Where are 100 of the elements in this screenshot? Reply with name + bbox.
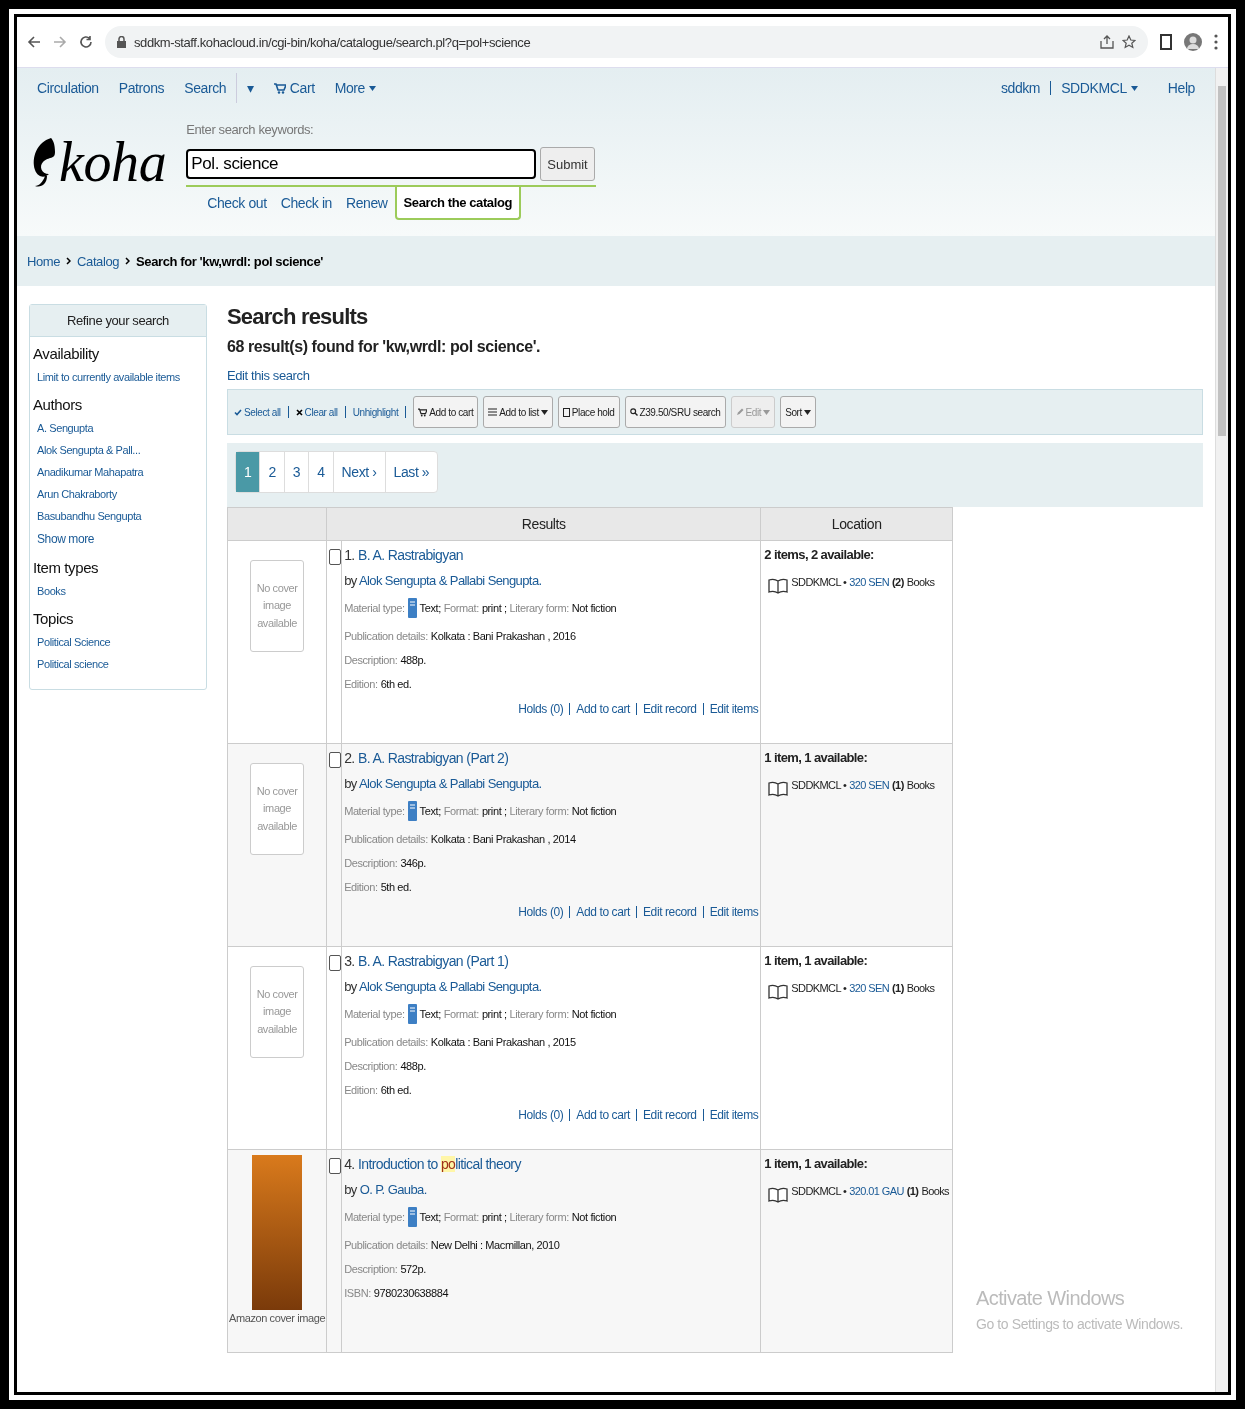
star-icon[interactable] xyxy=(1122,35,1136,49)
facet-heading: Authors xyxy=(33,396,83,413)
close-icon xyxy=(295,408,303,416)
record-action-link[interactable]: Add to cart xyxy=(576,1108,630,1122)
detail-value: Not fiction xyxy=(571,602,617,614)
caret-icon xyxy=(803,409,811,415)
toolbar-button[interactable]: Place hold xyxy=(557,396,620,428)
page-link[interactable]: Last » xyxy=(385,452,438,492)
nav-link[interactable]: Search xyxy=(174,80,237,96)
record-action-link[interactable]: Holds (0) xyxy=(518,1108,564,1122)
header-tab[interactable]: Search the catalog xyxy=(394,187,521,220)
detail-value: Text; xyxy=(419,602,441,614)
side-panel-icon[interactable] xyxy=(1160,34,1172,50)
item-count: (1) xyxy=(892,982,904,996)
toolbar-link[interactable]: Clear all xyxy=(295,406,338,418)
page-link[interactable]: Next › xyxy=(333,452,386,492)
page-link[interactable]: 2 xyxy=(260,452,285,492)
record-action-link[interactable]: Add to cart xyxy=(576,905,630,919)
column-header: Location xyxy=(760,507,953,541)
facet-link[interactable]: Political science xyxy=(30,653,206,675)
address-bar[interactable]: sddkm-staff.kohacloud.in/cgi-bin/koha/catalogue/search.pl?q=pol+science xyxy=(105,26,1148,58)
search-field[interactable]: Pol. science xyxy=(186,149,537,179)
result-title[interactable]: 1. B. A. Rastrabigyan xyxy=(344,547,759,563)
no-cover-notice: No cover image available xyxy=(250,560,305,652)
page-link[interactable]: 4 xyxy=(309,452,334,492)
facet-link[interactable]: Political Science xyxy=(30,631,206,653)
page-title: Search results xyxy=(227,304,369,330)
breadcrumb-link[interactable]: Home xyxy=(27,253,61,269)
author-line: by Alok Sengupta & Pallabi Sengupta. xyxy=(344,573,543,588)
call-number-link[interactable]: 320 SEN xyxy=(849,576,890,594)
toolbar-button[interactable]: Add to cart xyxy=(413,396,479,428)
record-action-link[interactable]: Holds (0) xyxy=(518,905,564,919)
result-checkbox[interactable] xyxy=(329,752,342,768)
menu-icon[interactable] xyxy=(1214,34,1218,50)
facet-link[interactable]: Alok Sengupta & Pall... xyxy=(30,439,206,461)
show-more-link[interactable]: Show more xyxy=(30,527,206,551)
detail-label: Literary form: xyxy=(509,1008,569,1020)
toolbar-button[interactable]: Sort xyxy=(780,396,816,428)
header-tab[interactable]: Check out xyxy=(200,187,274,220)
detail-value: 346p. xyxy=(400,857,426,869)
toolbar-link[interactable]: Unhighlight xyxy=(352,406,399,418)
detail-value: Text; xyxy=(419,805,441,817)
nav-link[interactable]: Help xyxy=(1157,80,1205,96)
page-link[interactable]: 3 xyxy=(284,452,310,492)
result-checkbox[interactable] xyxy=(329,1158,342,1174)
call-number-link[interactable]: 320 SEN xyxy=(849,982,890,1000)
detail-label: Publication details: xyxy=(344,1239,428,1251)
detail-label: Material type: xyxy=(344,805,405,817)
result-title[interactable]: 3. B. A. Rastrabigyan (Part 1) xyxy=(344,953,759,969)
toolbar-button[interactable]: Add to list xyxy=(483,396,553,428)
koha-logo[interactable]: koha xyxy=(31,116,167,192)
share-icon[interactable] xyxy=(1100,35,1114,49)
dropdown-toggle[interactable]: ▾ xyxy=(237,80,264,96)
cart-link[interactable]: Cart xyxy=(263,80,325,96)
nav-link[interactable]: Patrons xyxy=(108,80,175,96)
reload-icon[interactable] xyxy=(79,35,93,49)
record-action-link[interactable]: Edit record xyxy=(643,1108,697,1122)
header-tab[interactable]: Renew xyxy=(339,187,395,220)
call-number-link[interactable]: 320 SEN xyxy=(849,779,890,797)
facet-link[interactable]: Books xyxy=(30,580,206,602)
record-action-link[interactable]: Edit record xyxy=(643,702,697,716)
result-checkbox[interactable] xyxy=(329,549,342,565)
record-action-link[interactable]: Edit items xyxy=(709,702,759,716)
panel-title: Refine your search xyxy=(30,305,206,337)
record-action-link[interactable]: Edit record xyxy=(643,905,697,919)
chevron-icon xyxy=(66,257,72,265)
nav-menu[interactable]: More xyxy=(324,80,386,96)
book-cover-photo[interactable] xyxy=(252,1155,303,1310)
facet-link[interactable]: Basubandhu Sengupta xyxy=(30,505,206,527)
avatar-icon[interactable] xyxy=(1184,33,1202,51)
library-name: SDDKMCL • xyxy=(791,1185,847,1199)
record-action-link[interactable]: Holds (0) xyxy=(518,702,564,716)
toolbar-button[interactable]: Z39.50/SRU search xyxy=(624,396,726,428)
availability-text: 1 item, 1 available: xyxy=(764,953,869,968)
result-title[interactable]: 4. Introduction to political theory xyxy=(344,1156,759,1172)
item-type: Books xyxy=(906,576,935,590)
submit-button[interactable]: Submit xyxy=(540,147,595,181)
result-title[interactable]: 2. B. A. Rastrabigyan (Part 2) xyxy=(344,750,759,766)
scrollbar[interactable] xyxy=(1215,68,1228,1392)
nav-link[interactable]: Circulation xyxy=(27,80,109,96)
facet-link[interactable]: Arun Chakraborty xyxy=(30,483,206,505)
nav-link[interactable]: sddkm xyxy=(990,80,1051,96)
result-checkbox[interactable] xyxy=(329,955,342,971)
record-action-link[interactable]: Add to cart xyxy=(576,702,630,716)
facet-link[interactable]: A. Sengupta xyxy=(30,417,206,439)
nav-menu[interactable]: SDDKMCL xyxy=(1051,80,1148,96)
facet-link[interactable]: Limit to currently available items xyxy=(30,366,206,388)
header-tab[interactable]: Check in xyxy=(273,187,339,220)
record-action-link[interactable]: Edit items xyxy=(709,1108,759,1122)
detail-value: Kolkata : Bani Prakashan , 2014 xyxy=(430,833,576,845)
toolbar-link[interactable]: Select all xyxy=(234,406,281,418)
back-icon[interactable] xyxy=(27,35,41,49)
pencil-icon xyxy=(735,408,744,416)
call-number-link[interactable]: 320.01 GAU xyxy=(849,1185,904,1203)
availability-text: 1 item, 1 available: xyxy=(764,1156,869,1171)
breadcrumb-link[interactable]: Catalog xyxy=(77,253,120,269)
record-action-link[interactable]: Edit items xyxy=(709,905,759,919)
facet-link[interactable]: Anadikumar Mahapatra xyxy=(30,461,206,483)
edit-search-link[interactable]: Edit this search xyxy=(227,368,1215,383)
caret-icon xyxy=(763,409,771,415)
